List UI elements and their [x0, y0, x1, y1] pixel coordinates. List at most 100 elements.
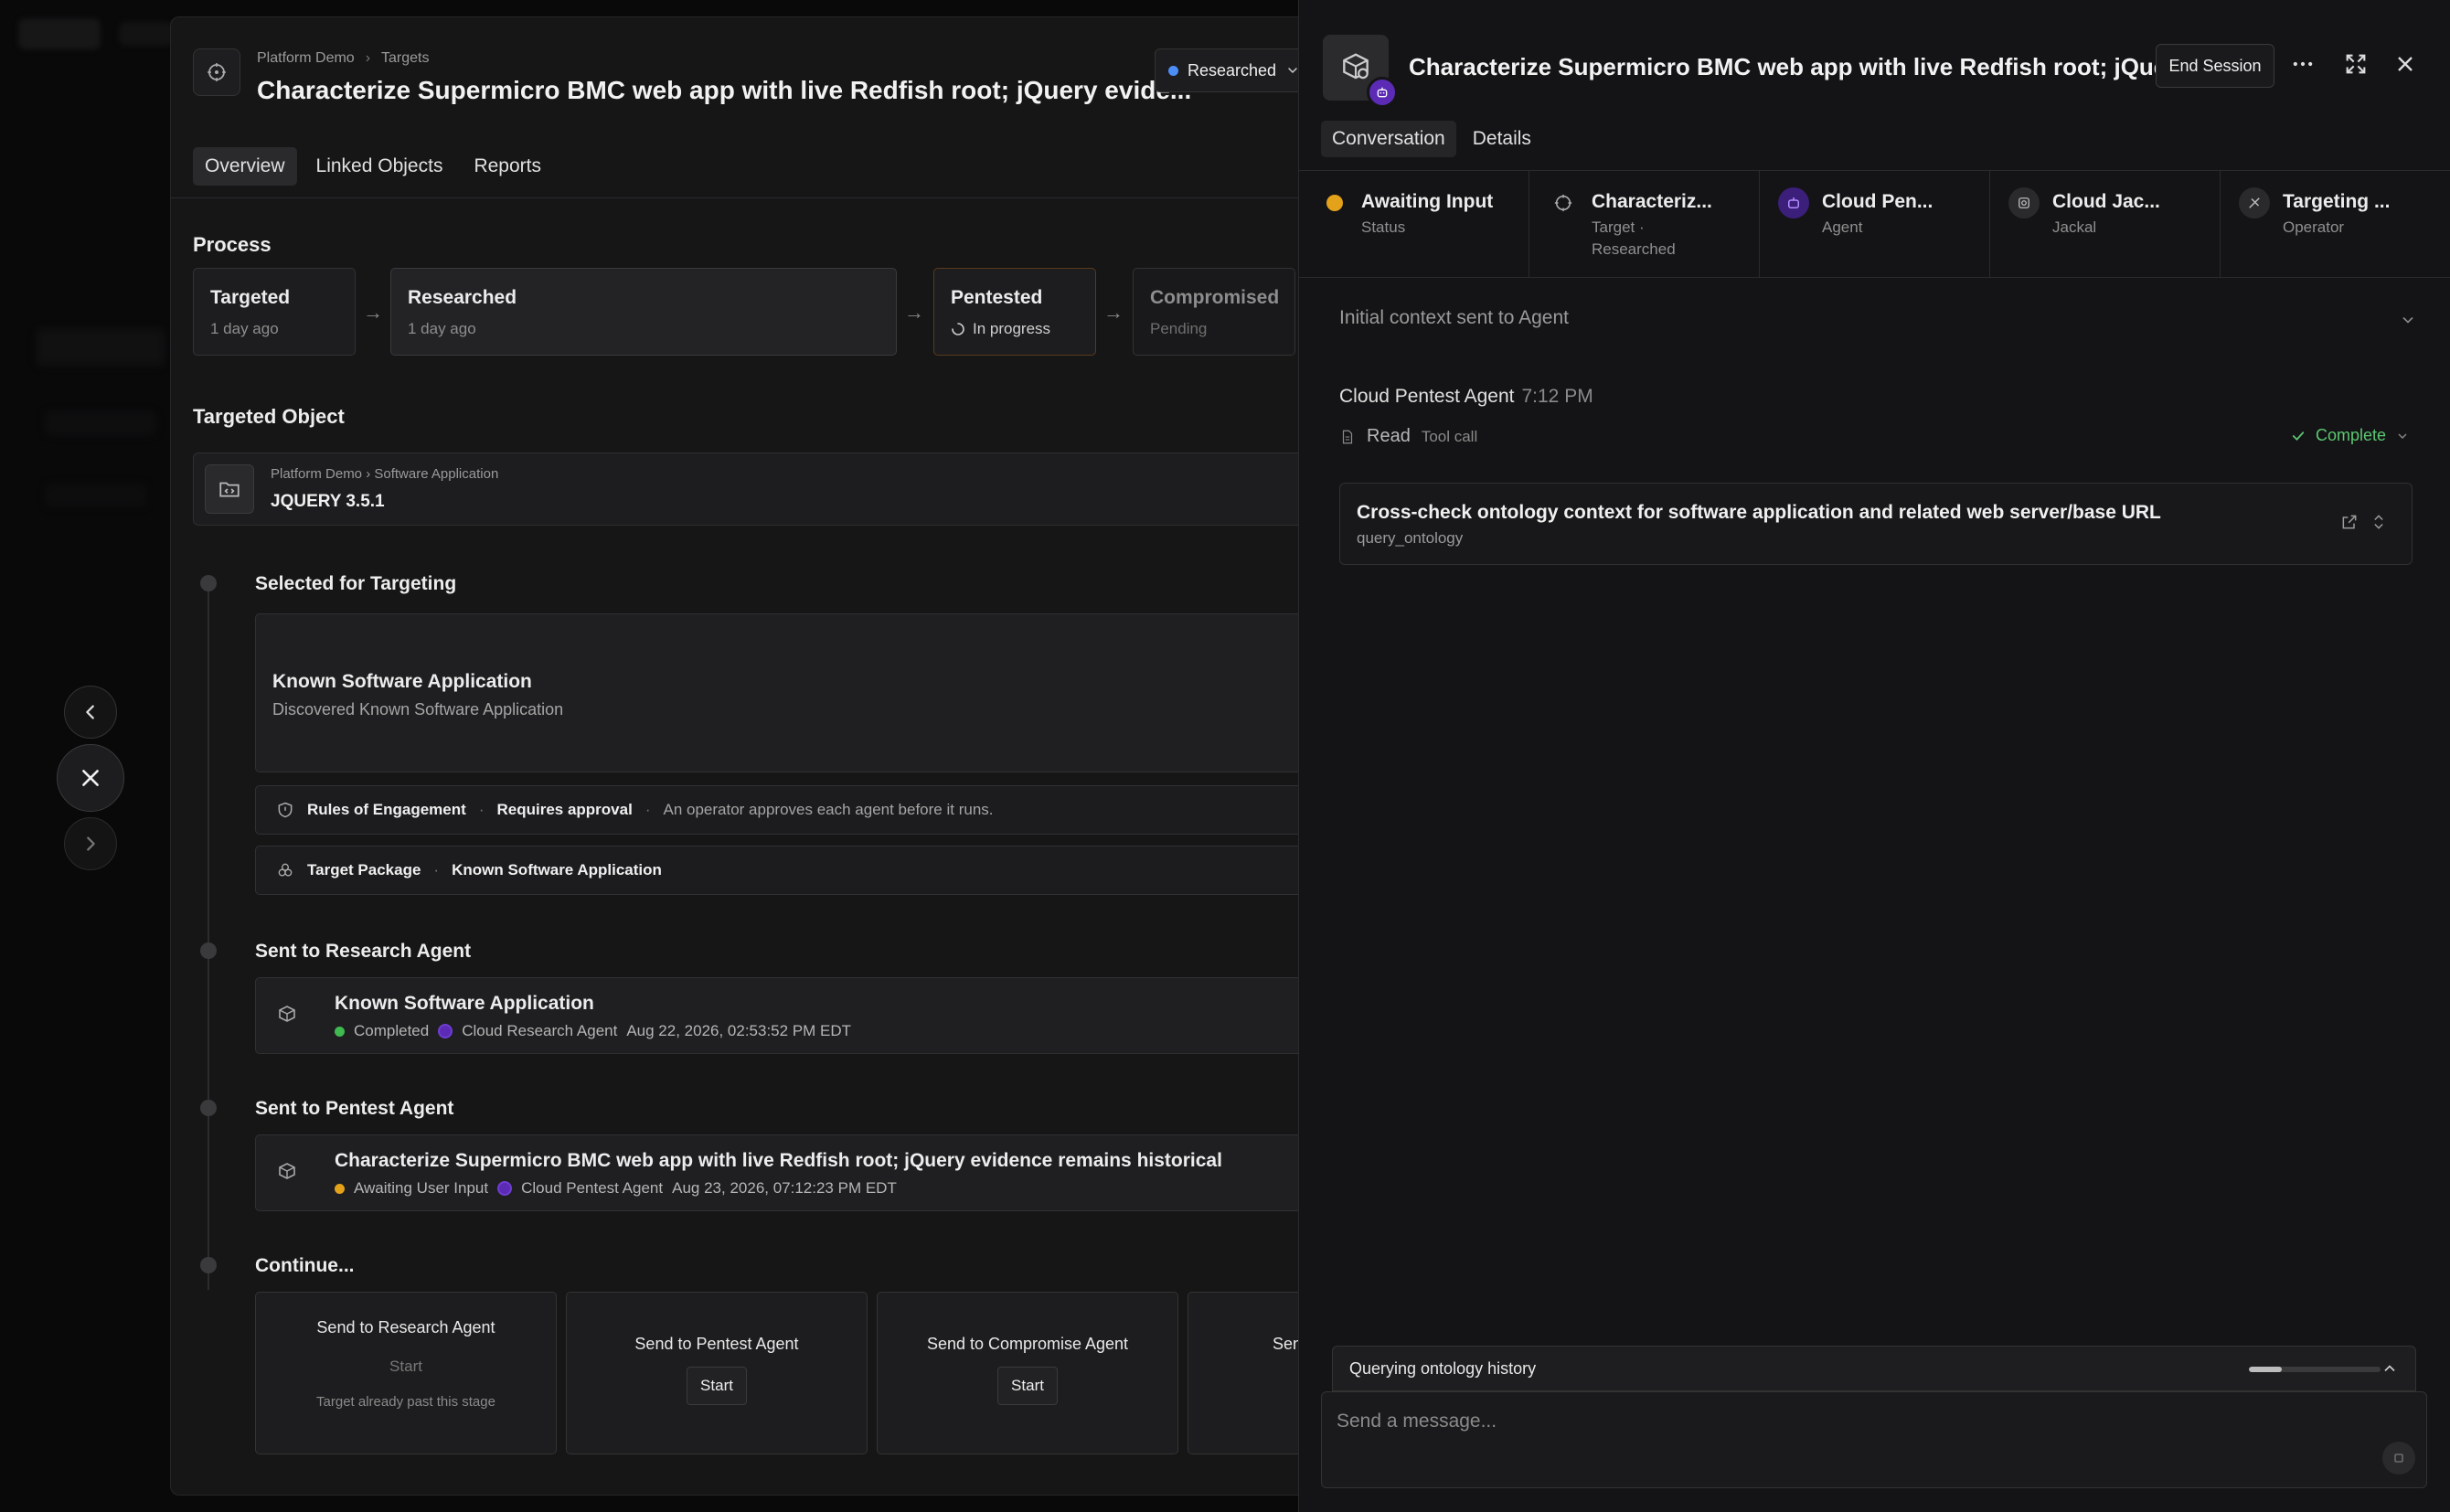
progress-fill	[2249, 1367, 2282, 1372]
next-button[interactable]	[64, 817, 117, 870]
divider	[171, 197, 1306, 198]
external-link-icon[interactable]	[2340, 513, 2359, 531]
close-icon	[2398, 57, 2413, 71]
robot-icon	[1778, 187, 1809, 218]
roe-label: Rules of Engagement	[307, 801, 466, 818]
roe-value: Requires approval	[496, 801, 633, 818]
tool-call-row[interactable]: Read Tool call	[1339, 426, 1477, 447]
rules-of-engagement-row[interactable]: Rules of Engagement · Requires approval …	[255, 785, 1306, 835]
tab-conversation[interactable]: Conversation	[1321, 121, 1456, 157]
tab-bar: Overview Linked Objects Reports	[193, 147, 553, 186]
more-options-button[interactable]	[2290, 51, 2316, 77]
status-dot-icon	[1326, 195, 1343, 211]
send-to-research-card: Send to Research Agent Start Target alre…	[255, 1292, 557, 1454]
send-to-compromise-card: Send to Compromise Agent Start	[877, 1292, 1178, 1454]
chevron-right-icon: ›	[366, 466, 375, 482]
info-value: Cloud Pen...	[1822, 191, 1933, 212]
status-dropdown[interactable]: Researched	[1155, 48, 1306, 92]
start-button[interactable]: Start	[687, 1367, 747, 1405]
tab-reports[interactable]: Reports	[462, 147, 553, 186]
close-button[interactable]	[57, 744, 124, 812]
spinner-icon	[952, 323, 964, 335]
pentest-run-card[interactable]: Characterize Supermicro BMC web app with…	[255, 1134, 1306, 1211]
arrow-right-icon: →	[363, 301, 383, 324]
tab-details[interactable]: Details	[1462, 121, 1542, 157]
info-target[interactable]: Characteriz... Target · Researched	[1529, 171, 1760, 277]
run-title: Characterize Supermicro BMC web app with…	[335, 1150, 1222, 1171]
object-name: JQUERY 3.5.1	[271, 492, 385, 511]
agent-session-panel: Characterize Supermicro BMC web app with…	[1298, 0, 2450, 1512]
target-package-row[interactable]: Target Package · Known Software Applicat…	[255, 846, 1306, 895]
run-title: Known Software Application	[335, 993, 594, 1014]
query-ontology-card[interactable]: Cross-check ontology context for softwar…	[1339, 483, 2413, 565]
selected-card[interactable]: Known Software Application Discovered Kn…	[255, 613, 1306, 772]
end-session-button[interactable]: End Session	[2156, 44, 2274, 88]
activity-indicator[interactable]: Querying ontology history	[1332, 1346, 2416, 1391]
start-button[interactable]: Start	[997, 1367, 1058, 1405]
send-button[interactable]	[2382, 1442, 2415, 1475]
tool-name: Read	[1367, 426, 1411, 446]
package-search-icon	[279, 1163, 295, 1179]
previous-button[interactable]	[64, 686, 117, 739]
query-function: query_ontology	[1357, 529, 1464, 547]
robot-icon	[497, 1181, 513, 1196]
targeted-object-card[interactable]: Platform Demo › Software Application JQU…	[193, 453, 1306, 526]
stage-sub: Pending	[1150, 320, 1208, 337]
message-time: 7:12 PM	[1521, 386, 1593, 407]
message-header: Cloud Pentest Agent 7:12 PM	[1339, 386, 1593, 408]
info-jackal[interactable]: Cloud Jac... Jackal	[1990, 171, 2221, 277]
status-dot-icon	[335, 1026, 345, 1037]
research-run-card[interactable]: Known Software Application Completed Clo…	[255, 977, 1306, 1054]
arrow-right-icon: →	[1103, 301, 1124, 324]
jackal-icon	[2008, 187, 2040, 218]
chevron-up-icon[interactable]	[2381, 1359, 2399, 1378]
info-operator[interactable]: Targeting ... Operator	[2221, 171, 2450, 277]
info-label: Jackal	[2052, 218, 2097, 236]
stage-pentested[interactable]: Pentested In progress	[933, 268, 1096, 356]
initial-context-toggle[interactable]: Initial context sent to Agent	[1339, 307, 1569, 329]
page-title: Characterize Supermicro BMC web app with…	[257, 76, 1192, 104]
stage-targeted[interactable]: Targeted 1 day ago	[193, 268, 356, 356]
expand-collapse-icon[interactable]	[2370, 513, 2388, 531]
target-icon	[193, 48, 240, 96]
info-label: Status	[1361, 218, 1406, 236]
card-title: Send to Compromise Agent	[926, 1335, 1129, 1353]
info-label: Target · Researched	[1592, 217, 1676, 261]
breadcrumb-targets[interactable]: Targets	[381, 50, 429, 67]
object-breadcrumb: Platform Demo › Software Application	[271, 466, 498, 482]
run-time: Aug 22, 2026, 02:53:52 PM EDT	[626, 1022, 852, 1039]
run-time: Aug 23, 2026, 07:12:23 PM EDT	[672, 1179, 897, 1197]
expand-button[interactable]	[2343, 51, 2369, 77]
status-dot-icon	[1168, 65, 1178, 76]
message-sender: Cloud Pentest Agent	[1339, 386, 1515, 407]
card-note: Target already past this stage	[316, 1394, 495, 1410]
timeline-line	[208, 586, 209, 1290]
chevron-down-icon[interactable]	[2399, 311, 2417, 329]
info-value: Cloud Jac...	[2052, 191, 2160, 212]
breadcrumb-platform[interactable]: Platform Demo	[257, 50, 355, 67]
close-icon	[82, 770, 99, 786]
stage-researched[interactable]: Researched 1 day ago	[390, 268, 897, 356]
timeline-dot	[200, 1257, 217, 1273]
stage-compromised[interactable]: Compromised Pending	[1133, 268, 1295, 356]
message-input[interactable]	[1337, 1405, 2251, 1438]
close-panel-button[interactable]	[2392, 51, 2418, 77]
expand-icon	[2346, 54, 2366, 74]
target-detail-panel: Platform Demo › Targets Characterize Sup…	[170, 16, 1307, 1496]
status-label: Researched	[1188, 60, 1277, 80]
chevron-right-icon	[87, 836, 95, 851]
tool-status[interactable]: Complete	[2290, 426, 2410, 445]
tab-linked-objects[interactable]: Linked Objects	[304, 147, 455, 186]
card-title: Send to Pentest Agent	[634, 1335, 799, 1353]
card-title: Known Software Application	[272, 671, 532, 692]
file-icon	[1342, 430, 1353, 443]
session-title: Characterize Supermicro BMC web app with…	[1409, 53, 2195, 80]
crumb-type: Software Application	[374, 466, 499, 482]
package-label: Target Package	[307, 861, 421, 878]
timeline-dot	[200, 575, 217, 591]
start-button[interactable]: Start	[377, 1348, 435, 1385]
stage-title: Targeted	[210, 287, 291, 308]
info-agent[interactable]: Cloud Pen... Agent	[1760, 171, 1990, 277]
tab-overview[interactable]: Overview	[193, 147, 297, 186]
card-title: Sen	[1273, 1335, 1303, 1353]
